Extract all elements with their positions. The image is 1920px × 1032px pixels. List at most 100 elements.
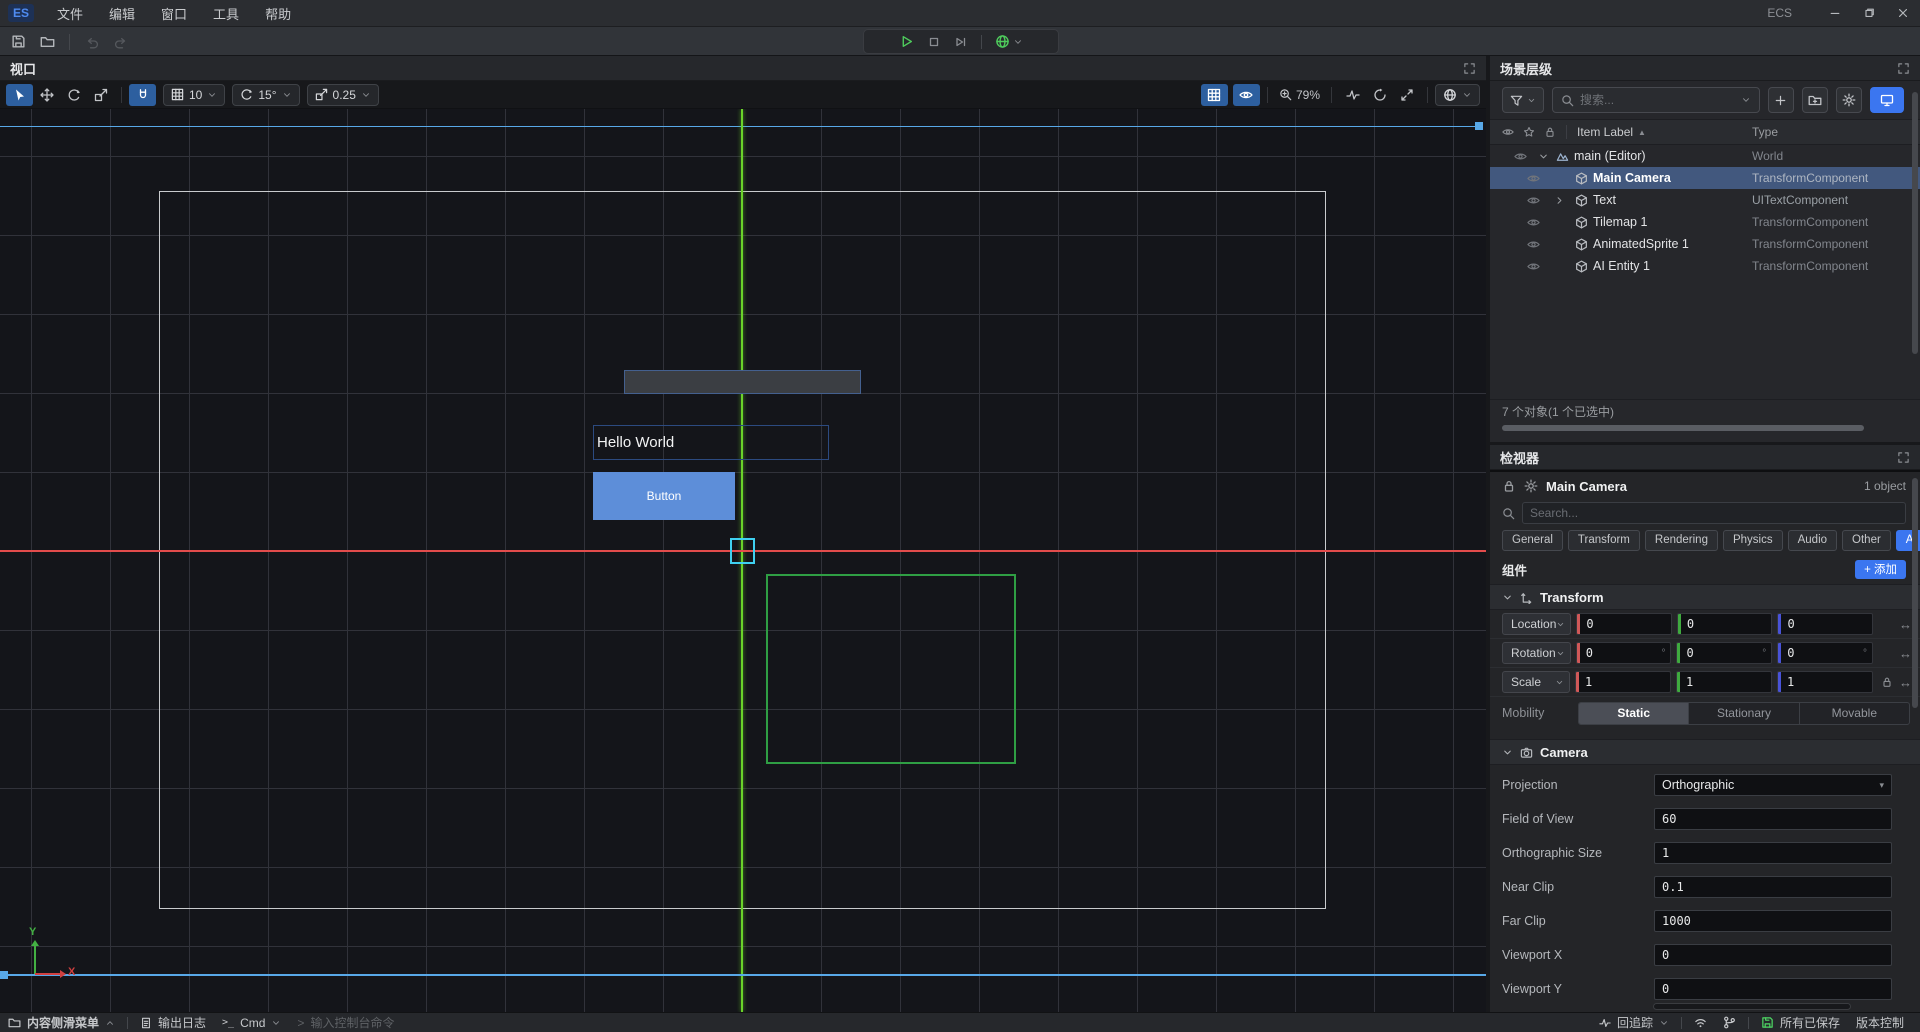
lock-icon[interactable] bbox=[1502, 479, 1516, 493]
menu-edit[interactable]: 编辑 bbox=[96, 0, 148, 27]
camera-bounds-handle[interactable] bbox=[0, 971, 8, 979]
rotation-z-field[interactable]: 0° bbox=[1777, 642, 1873, 664]
hierarchy-vertical-scrollbar[interactable] bbox=[1912, 92, 1918, 354]
version-control-button[interactable]: 版本控制 bbox=[1848, 1013, 1912, 1032]
scene-canvas[interactable]: Hello World Button Y X bbox=[0, 109, 1486, 1012]
tab-transform[interactable]: Transform bbox=[1568, 530, 1640, 551]
far-clip-input[interactable]: 1000 bbox=[1654, 910, 1892, 932]
add-component-button[interactable]: + 添加 bbox=[1855, 560, 1906, 579]
inspector-horizontal-scrollbar[interactable] bbox=[1653, 1003, 1851, 1010]
ui-button-object[interactable]: Button bbox=[593, 472, 735, 520]
step-button[interactable] bbox=[954, 35, 968, 49]
location-z-field[interactable]: 0 bbox=[1777, 613, 1873, 635]
stop-button[interactable] bbox=[927, 35, 941, 49]
hierarchy-search-box[interactable] bbox=[1552, 87, 1760, 113]
inspector-expand-icon[interactable] bbox=[1897, 451, 1910, 464]
mobility-movable[interactable]: Movable bbox=[1800, 703, 1909, 724]
tab-other[interactable]: Other bbox=[1842, 530, 1891, 551]
visibility-eye-icon[interactable] bbox=[1527, 260, 1540, 273]
favorite-column-icon[interactable] bbox=[1523, 126, 1535, 138]
scale-x-field[interactable]: 1 bbox=[1575, 671, 1671, 693]
reset-view-button[interactable] bbox=[1366, 84, 1393, 106]
transform-section-header[interactable]: Transform bbox=[1490, 584, 1920, 610]
visibility-eye-icon[interactable] bbox=[1514, 150, 1527, 163]
tree-row-tilemap[interactable]: Tilemap 1 TransformComponent bbox=[1490, 211, 1920, 233]
open-folder-icon[interactable] bbox=[37, 32, 57, 52]
zoom-level-control[interactable]: 79% bbox=[1279, 88, 1320, 102]
orthographic-size-input[interactable]: 1 bbox=[1654, 842, 1892, 864]
inspector-search-box[interactable] bbox=[1522, 502, 1906, 524]
uniform-scale-lock-icon[interactable] bbox=[1881, 676, 1893, 688]
link-axes-icon[interactable]: ↔ bbox=[1899, 675, 1912, 690]
visibility-eye-icon[interactable] bbox=[1527, 172, 1540, 185]
location-x-field[interactable]: 0 bbox=[1576, 613, 1672, 635]
trace-dropdown[interactable]: 回追踪 bbox=[1591, 1013, 1677, 1032]
source-control-branch-icon[interactable] bbox=[1715, 1013, 1744, 1032]
scale-dropdown[interactable]: Scale bbox=[1502, 671, 1570, 693]
menu-help[interactable]: 帮助 bbox=[252, 0, 304, 27]
grid-snap-dropdown[interactable]: 10 bbox=[163, 84, 225, 106]
visibility-eye-icon[interactable] bbox=[1527, 238, 1540, 251]
menu-tools[interactable]: 工具 bbox=[200, 0, 252, 27]
minimize-button[interactable] bbox=[1818, 0, 1852, 27]
inspector-search-input[interactable] bbox=[1530, 506, 1898, 520]
grid-visibility-button[interactable] bbox=[1201, 84, 1228, 106]
lock-column-icon[interactable] bbox=[1544, 126, 1556, 138]
type-column-header[interactable]: Type bbox=[1752, 125, 1778, 139]
app-logo[interactable]: ES bbox=[8, 4, 34, 22]
camera-section-header[interactable]: Camera bbox=[1490, 739, 1920, 765]
link-axes-icon[interactable]: ↔ bbox=[1899, 617, 1912, 632]
add-folder-button[interactable] bbox=[1802, 87, 1828, 113]
world-view-dropdown[interactable] bbox=[1435, 84, 1480, 106]
selected-entity-gizmo[interactable] bbox=[730, 538, 755, 564]
tree-row-animated-sprite[interactable]: AnimatedSprite 1 TransformComponent bbox=[1490, 233, 1920, 255]
projection-select[interactable]: Orthographic▾ bbox=[1654, 774, 1892, 796]
link-axes-icon[interactable]: ↔ bbox=[1899, 646, 1912, 661]
item-label-column-header[interactable]: Item Label ▲ bbox=[1577, 125, 1646, 139]
menu-file[interactable]: 文件 bbox=[44, 0, 96, 27]
visibility-column-icon[interactable] bbox=[1502, 126, 1514, 138]
close-button[interactable] bbox=[1886, 0, 1920, 27]
location-dropdown[interactable]: Location bbox=[1502, 613, 1571, 635]
hierarchy-search-input[interactable] bbox=[1580, 93, 1735, 107]
move-tool-button[interactable] bbox=[33, 84, 60, 106]
rotation-y-field[interactable]: 0° bbox=[1676, 642, 1772, 664]
save-status[interactable]: 所有已保存 bbox=[1753, 1013, 1848, 1032]
select-tool-button[interactable] bbox=[6, 84, 33, 106]
chevron-down-icon[interactable] bbox=[1538, 151, 1549, 162]
tree-row-ai-entity[interactable]: AI Entity 1 TransformComponent bbox=[1490, 255, 1920, 277]
filter-dropdown[interactable] bbox=[1502, 87, 1544, 113]
tilemap-object[interactable] bbox=[624, 370, 861, 394]
mobility-static[interactable]: Static bbox=[1579, 703, 1689, 724]
hierarchy-settings-button[interactable] bbox=[1836, 87, 1862, 113]
run-target-dropdown[interactable] bbox=[995, 34, 1023, 49]
viewport-expand-icon[interactable] bbox=[1463, 62, 1476, 75]
viewport-y-input[interactable]: 0 bbox=[1654, 978, 1892, 1000]
hierarchy-horizontal-scrollbar[interactable] bbox=[1490, 423, 1920, 433]
rotation-x-field[interactable]: 0° bbox=[1576, 642, 1672, 664]
rotation-snap-dropdown[interactable]: 15° bbox=[232, 84, 299, 106]
save-icon[interactable] bbox=[8, 32, 28, 52]
scale-tool-button[interactable] bbox=[87, 84, 114, 106]
tab-audio[interactable]: Audio bbox=[1788, 530, 1837, 551]
inspector-vertical-scrollbar[interactable] bbox=[1912, 478, 1918, 708]
tab-physics[interactable]: Physics bbox=[1723, 530, 1783, 551]
stats-overlay-button[interactable] bbox=[1339, 84, 1366, 106]
maximize-button[interactable] bbox=[1852, 0, 1886, 27]
ui-text-object[interactable]: Hello World bbox=[593, 425, 829, 460]
undo-icon[interactable] bbox=[82, 32, 102, 52]
cmd-dropdown[interactable]: >_ Cmd bbox=[214, 1013, 289, 1032]
gear-icon[interactable] bbox=[1524, 479, 1538, 493]
visibility-options-button[interactable] bbox=[1233, 84, 1260, 106]
scale-snap-dropdown[interactable]: 0.25 bbox=[307, 84, 379, 106]
viewport-x-input[interactable]: 0 bbox=[1654, 944, 1892, 966]
camera-bounds-handle[interactable] bbox=[1475, 122, 1483, 130]
near-clip-input[interactable]: 0.1 bbox=[1654, 876, 1892, 898]
tree-row-world[interactable]: main (Editor) World bbox=[1490, 145, 1920, 167]
redo-icon[interactable] bbox=[111, 32, 131, 52]
location-y-field[interactable]: 0 bbox=[1677, 613, 1773, 635]
tree-row-main-camera[interactable]: Main Camera TransformComponent bbox=[1490, 167, 1920, 189]
menu-window[interactable]: 窗口 bbox=[148, 0, 200, 27]
output-log-button[interactable]: 输出日志 bbox=[132, 1013, 214, 1032]
play-button[interactable] bbox=[899, 34, 914, 49]
